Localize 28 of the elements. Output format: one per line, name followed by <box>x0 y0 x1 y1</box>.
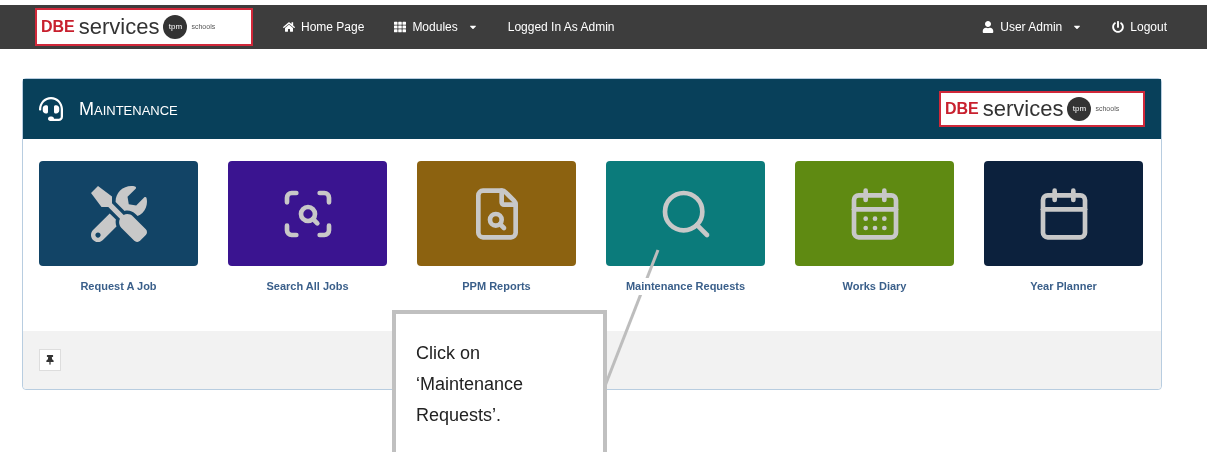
module-tile[interactable] <box>984 161 1143 266</box>
headset-icon <box>39 97 63 121</box>
tools-icon <box>90 185 147 242</box>
home-icon <box>283 21 295 33</box>
module-tile[interactable] <box>228 161 387 266</box>
nav-link[interactable]: Modules <box>394 18 478 36</box>
logo-badge: tpm <box>1067 97 1092 121</box>
pin-icon <box>45 355 55 365</box>
logo-badge: tpm <box>163 15 188 39</box>
logo-name: services <box>982 98 1064 120</box>
callout-text: Click on ‘Maintenance Requests’. <box>416 342 525 427</box>
tile-label: Maintenance Requests <box>625 278 746 295</box>
logo-name: services <box>78 16 160 38</box>
nav-link[interactable]: Logout <box>1112 18 1167 36</box>
user-icon <box>982 21 995 33</box>
module-tile[interactable] <box>606 161 765 266</box>
grid-icon <box>394 21 407 33</box>
logo-brand: DBE <box>41 19 75 35</box>
nav-link[interactable]: Home Page <box>283 18 365 36</box>
logo-brand: DBE <box>945 101 979 117</box>
module-tile[interactable] <box>417 161 576 266</box>
power-icon <box>1112 21 1125 33</box>
module-tile[interactable] <box>795 161 954 266</box>
nav-link[interactable]: User Admin <box>982 18 1083 36</box>
nav-link[interactable]: Logged In As Admin <box>507 18 615 36</box>
panel-title: Maintenance <box>79 97 178 121</box>
module-tile[interactable] <box>39 161 198 266</box>
pin-button[interactable] <box>39 349 61 371</box>
